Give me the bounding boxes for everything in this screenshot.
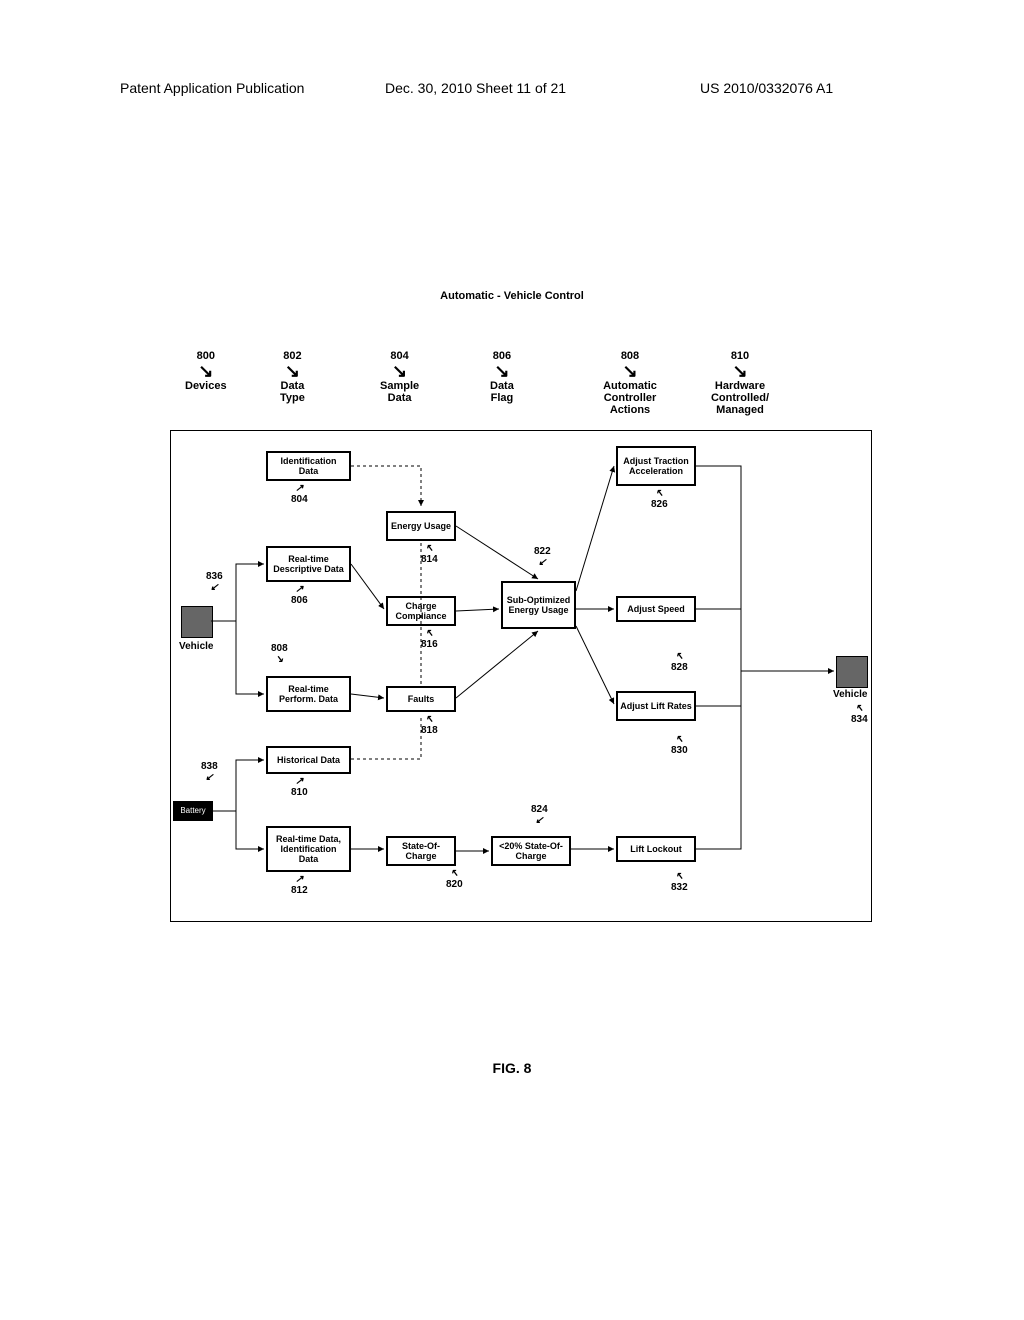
ref-814: ↖814	[421, 543, 438, 565]
ref-810: ↗810	[291, 776, 308, 798]
ref-832: ↖832	[671, 871, 688, 893]
pointer-icon: ↘	[490, 362, 514, 380]
ref-824: 824↙	[531, 804, 548, 826]
ref-828: ↖828	[671, 651, 688, 673]
ref-836: 836↙	[206, 571, 223, 593]
ref-830: ↖830	[671, 734, 688, 756]
figure-label: FIG. 8	[0, 1060, 1024, 1076]
header-docnum: US 2010/0332076 A1	[700, 80, 833, 96]
box-charge-compliance: Charge Compliance	[386, 596, 456, 626]
pointer-icon: ↘	[185, 362, 227, 380]
diagram-area: Vehicle 836↙ Vehicle ↖834 838↙ Battery I…	[170, 430, 872, 922]
ref-818: ↖818	[421, 714, 438, 736]
box-sub-opt: Sub-Optimized Energy Usage	[501, 581, 576, 629]
box-soc: State-Of-Charge	[386, 836, 456, 866]
col-810-label: Hardware Controlled/ Managed	[700, 380, 780, 416]
ref-804: ↗804	[291, 483, 308, 505]
ref-826: ↖826	[651, 488, 668, 510]
diagram-title: Automatic - Vehicle Control	[0, 290, 1024, 302]
header-date: Dec. 30, 2010 Sheet 11 of 21	[385, 80, 566, 96]
pointer-icon: ↘	[280, 362, 305, 380]
col-806-label: Data Flag	[490, 380, 514, 404]
box-historical: Historical Data	[266, 746, 351, 774]
ref-808: 808↘	[271, 643, 288, 665]
ref-820: ↖820	[446, 868, 463, 890]
col-804-label: Sample Data	[380, 380, 419, 404]
box-lift-lockout: Lift Lockout	[616, 836, 696, 862]
box-adj-traction: Adjust Traction Acceleration	[616, 446, 696, 486]
vehicle-icon-right	[836, 656, 868, 688]
pointer-icon: ↘	[700, 362, 780, 380]
box-realtime-perf: Real-time Perform. Data	[266, 676, 351, 712]
box-ident-data: Identification Data	[266, 451, 351, 481]
ref-834: ↖834	[851, 703, 868, 725]
box-adj-lift: Adjust Lift Rates	[616, 691, 696, 721]
pointer-icon: ↘	[590, 362, 670, 380]
pointer-icon: ↘	[380, 362, 419, 380]
ref-822: 822↙	[534, 546, 551, 568]
vehicle-label-right: Vehicle	[833, 689, 867, 700]
box-adj-speed: Adjust Speed	[616, 596, 696, 622]
ref-838: 838↙	[201, 761, 218, 783]
header-pub: Patent Application Publication	[120, 80, 304, 96]
vehicle-icon	[181, 606, 213, 638]
col-802-label: Data Type	[280, 380, 305, 404]
box-soc-20: <20% State-Of-Charge	[491, 836, 571, 866]
col-800-label: Devices	[185, 380, 227, 392]
vehicle-label: Vehicle	[179, 641, 213, 652]
box-realtime-ident: Real-time Data, Identification Data	[266, 826, 351, 872]
ref-816: ↖816	[421, 628, 438, 650]
battery-icon: Battery	[173, 801, 213, 821]
box-realtime-desc: Real-time Descriptive Data	[266, 546, 351, 582]
box-faults: Faults	[386, 686, 456, 712]
ref-806: ↗806	[291, 584, 308, 606]
box-energy-usage: Energy Usage	[386, 511, 456, 541]
ref-812: ↗812	[291, 874, 308, 896]
col-808-label: Automatic Controller Actions	[590, 380, 670, 416]
